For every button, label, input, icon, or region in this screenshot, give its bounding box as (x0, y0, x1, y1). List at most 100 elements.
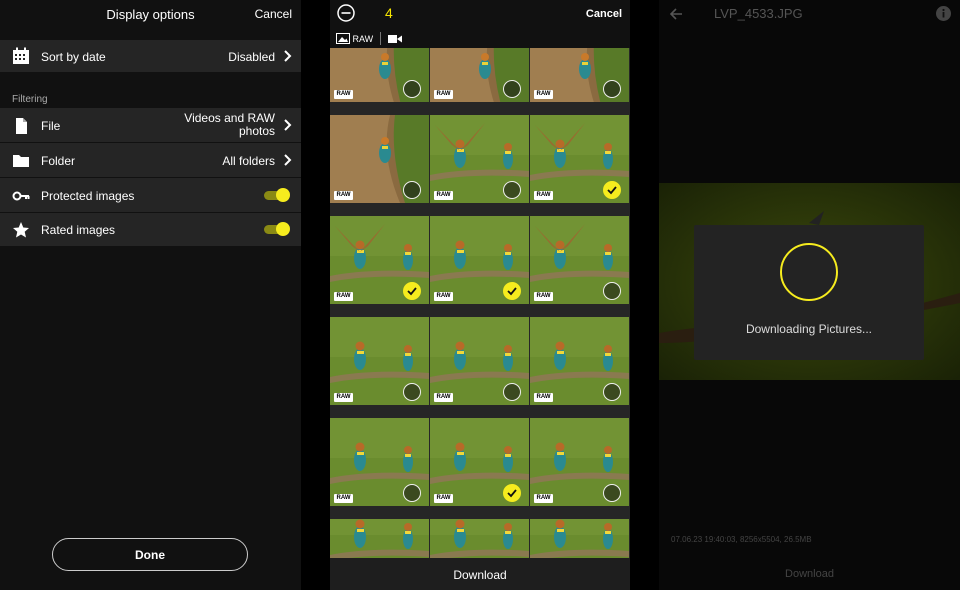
raw-badge: RAW (534, 393, 553, 402)
raw-badge: RAW (434, 494, 453, 503)
photo-tile[interactable]: RAW (330, 317, 429, 405)
loading-spinner (780, 243, 838, 301)
star-icon (13, 222, 29, 238)
file-filter-row[interactable]: File Videos and RAW photos (0, 108, 301, 142)
photo-tile[interactable]: RAW (330, 216, 429, 304)
folder-filter-row[interactable]: Folder All folders (0, 143, 301, 177)
protected-images-toggle[interactable] (264, 188, 290, 202)
folder-filter-label: Folder (41, 154, 76, 168)
raw-badge: RAW (334, 292, 353, 301)
photo-tile[interactable]: RAW (530, 115, 629, 203)
photo-tile[interactable]: RAW (330, 48, 429, 102)
photo-tile[interactable]: RAW (330, 418, 429, 506)
select-circle-icon[interactable] (403, 484, 421, 502)
selected-check-icon[interactable] (503, 282, 521, 300)
back-arrow-icon[interactable] (669, 7, 683, 21)
filtering-section-title: Filtering (12, 94, 48, 105)
select-circle-icon[interactable] (603, 80, 621, 98)
image-metadata: 07.06.23 19:40:03, 8256x5504, 26.5MB (671, 535, 812, 544)
photo-tile[interactable]: RAW (430, 115, 529, 203)
raw-badge: RAW (434, 292, 453, 301)
chevron-right-icon (284, 50, 292, 62)
sort-by-date-value: Disabled (228, 50, 275, 64)
photo-tile[interactable]: RAW (430, 216, 529, 304)
raw-badge: RAW (334, 393, 353, 402)
rated-images-row: Rated images (0, 213, 301, 246)
select-circle-icon[interactable] (403, 181, 421, 199)
photo-tile[interactable]: RAW (530, 418, 629, 506)
done-button[interactable]: Done (52, 538, 248, 571)
raw-badge: RAW (534, 494, 553, 503)
raw-filter-tab[interactable]: RAW (336, 33, 373, 44)
display-options-cancel-button[interactable]: Cancel (255, 7, 292, 21)
selection-header: 4 Cancel (330, 0, 630, 30)
media-filter-bar: RAW (330, 30, 630, 48)
protected-images-label: Protected images (41, 189, 135, 203)
file-filter-value: Videos and RAW photos (184, 112, 275, 138)
select-circle-icon[interactable] (603, 484, 621, 502)
filter-divider (380, 32, 381, 45)
selected-check-icon[interactable] (503, 484, 521, 502)
select-circle-icon[interactable] (503, 80, 521, 98)
selection-cancel-button[interactable]: Cancel (586, 8, 622, 20)
selected-check-icon[interactable] (403, 282, 421, 300)
photo-tile[interactable] (330, 519, 429, 558)
image-selection-panel: 4 Cancel RAW RAW RAW RAW RAW RAW RAW RAW RAW RAW… (330, 0, 630, 590)
raw-photo-icon (336, 33, 350, 44)
raw-badge: RAW (434, 90, 453, 99)
info-icon[interactable] (936, 6, 951, 21)
download-button[interactable]: Download (330, 558, 630, 590)
download-progress-dialog: Downloading Pictures... (694, 225, 924, 360)
photo-grid: RAW RAW RAW RAW RAW RAW RAW RAW RAW RAW RAW RAW RAW R… (330, 48, 630, 558)
protected-images-row: Protected images (0, 178, 301, 212)
display-options-panel: Display options Cancel Sort by date Disa… (0, 0, 301, 590)
key-icon (12, 191, 30, 201)
deselect-all-icon[interactable] (337, 4, 355, 22)
photo-tile[interactable]: RAW (330, 115, 429, 203)
photo-tile[interactable]: RAW (530, 48, 629, 102)
select-circle-icon[interactable] (603, 282, 621, 300)
file-filter-value-line1: Videos and RAW (184, 111, 275, 125)
raw-badge: RAW (334, 494, 353, 503)
photo-tile[interactable]: RAW (530, 317, 629, 405)
selected-check-icon[interactable] (603, 181, 621, 199)
file-icon (16, 118, 27, 134)
raw-badge: RAW (534, 292, 553, 301)
download-progress-text: Downloading Pictures... (745, 322, 873, 336)
video-filter-icon[interactable] (388, 34, 402, 44)
folder-filter-value: All folders (222, 154, 275, 168)
chevron-right-icon (284, 119, 292, 131)
rated-images-label: Rated images (41, 223, 116, 237)
viewer-download-button[interactable]: Download (659, 568, 960, 580)
photo-tile[interactable]: RAW (530, 216, 629, 304)
sort-by-date-row[interactable]: Sort by date Disabled (0, 40, 301, 72)
select-circle-icon[interactable] (403, 80, 421, 98)
raw-badge: RAW (434, 393, 453, 402)
sort-by-date-label: Sort by date (41, 50, 106, 64)
select-circle-icon[interactable] (403, 383, 421, 401)
photo-tile[interactable] (530, 519, 629, 558)
rated-images-toggle[interactable] (264, 222, 290, 236)
image-viewer-panel: LVP_4533.JPG Downloading Pictures... 07.… (659, 0, 960, 590)
raw-badge: RAW (434, 191, 453, 200)
select-circle-icon[interactable] (503, 181, 521, 199)
photo-tile[interactable]: RAW (430, 418, 529, 506)
raw-badge: RAW (334, 191, 353, 200)
display-options-header: Display options Cancel (0, 0, 301, 30)
photo-tile[interactable] (430, 519, 529, 558)
selected-count: 4 (385, 5, 393, 21)
folder-icon (13, 155, 29, 167)
photo-tile[interactable]: RAW (430, 317, 529, 405)
chevron-right-icon (284, 154, 292, 166)
select-circle-icon[interactable] (503, 383, 521, 401)
photo-tile[interactable]: RAW (430, 48, 529, 102)
raw-filter-label: RAW (352, 34, 374, 44)
select-circle-icon[interactable] (603, 383, 621, 401)
raw-badge: RAW (534, 191, 553, 200)
calendar-icon (13, 47, 29, 64)
raw-badge: RAW (334, 90, 353, 99)
viewer-file-name: LVP_4533.JPG (714, 6, 803, 21)
file-filter-label: File (41, 119, 61, 133)
file-filter-value-line2: photos (238, 124, 275, 138)
raw-badge: RAW (534, 90, 553, 99)
